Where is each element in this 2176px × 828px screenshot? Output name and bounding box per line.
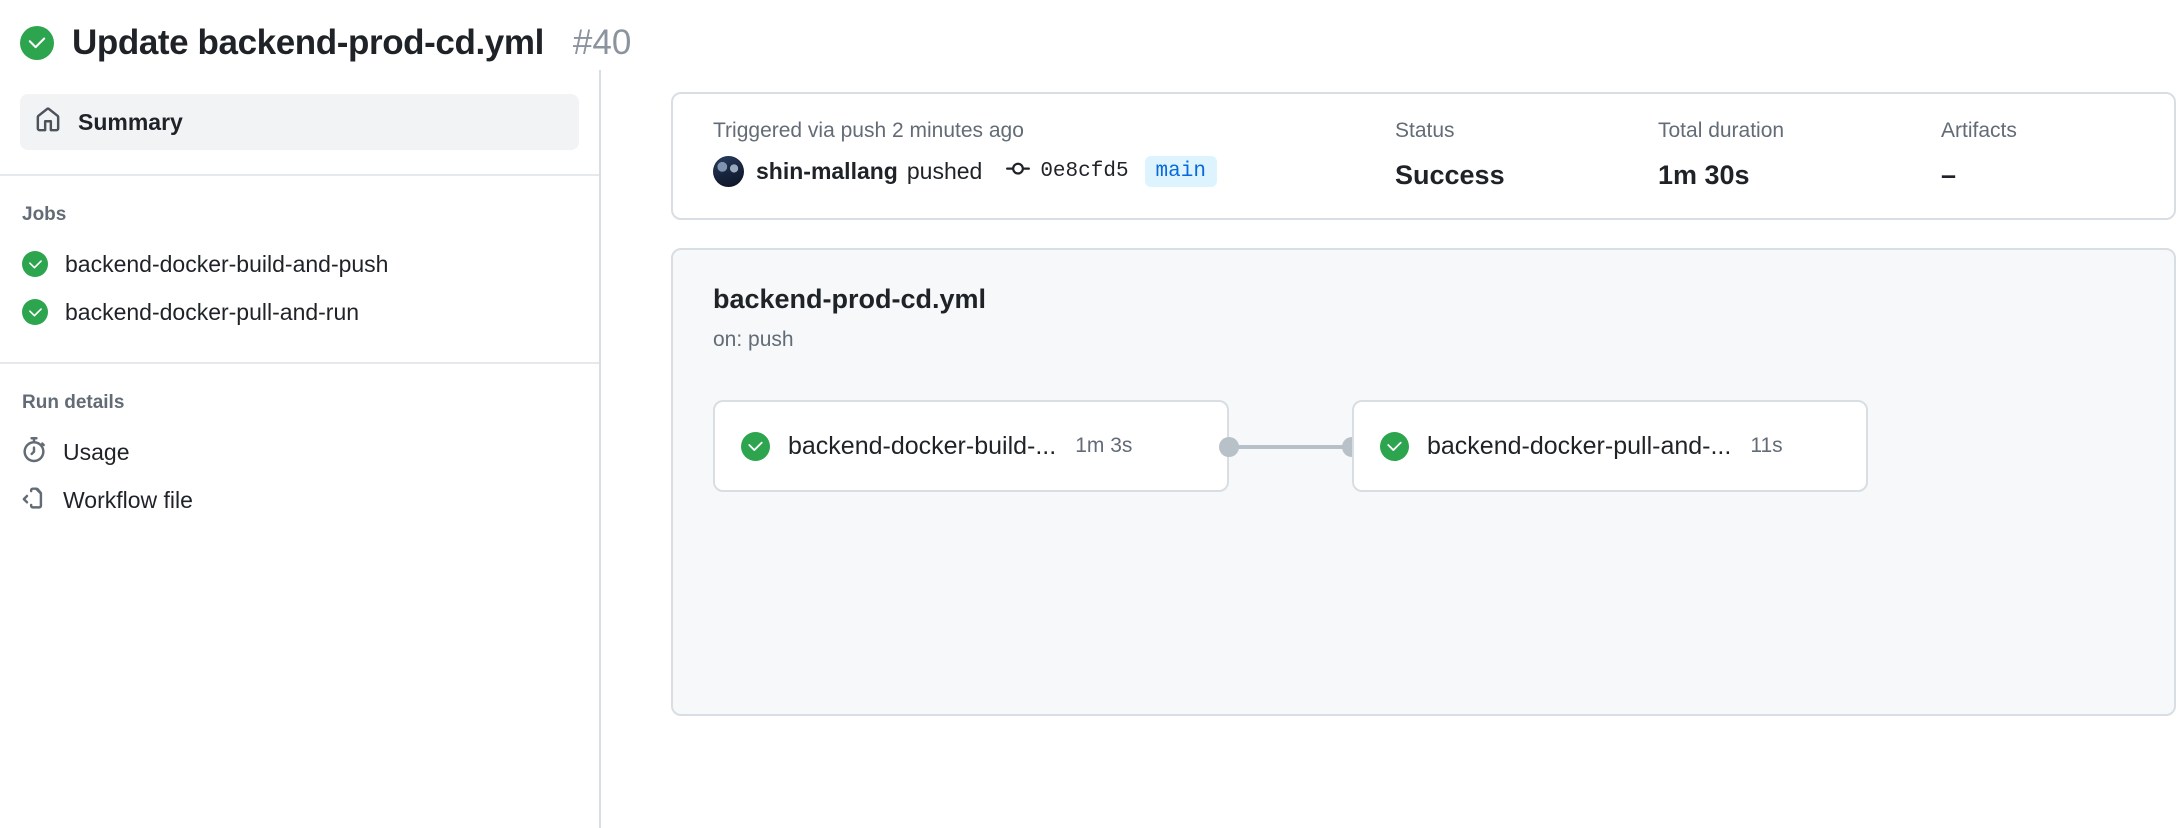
home-icon	[35, 106, 61, 138]
check-circle-fill-icon	[22, 251, 48, 277]
stopwatch-icon	[21, 436, 47, 468]
page-title: Update backend-prod-cd.yml	[72, 23, 544, 62]
artifacts-value: –	[1941, 160, 1957, 190]
git-commit-icon	[1006, 157, 1031, 186]
sidebar-jobs-list: backend-docker-build-and-push backend-do…	[0, 226, 599, 336]
sidebar-job-label: backend-docker-build-and-push	[65, 250, 389, 277]
duration-label: Total duration	[1658, 119, 1785, 142]
actor-name[interactable]: shin-mallang	[756, 158, 898, 185]
page-body: Summary Jobs backend-docker-build-and-pu…	[0, 70, 2176, 828]
graph-edge-dot-output	[1219, 437, 1239, 457]
main-content: Triggered via push 2 minutes ago shin-ma…	[601, 70, 2176, 828]
sidebar-item-job-pull-and-run[interactable]: backend-docker-pull-and-run	[0, 288, 599, 336]
avatar[interactable]	[713, 156, 744, 187]
branch-badge[interactable]: main	[1144, 156, 1217, 187]
workflow-name: backend-prod-cd.yml	[713, 284, 987, 314]
commit-sha[interactable]: 0e8cfd5	[1040, 160, 1128, 183]
run-number: #40	[572, 23, 632, 62]
workflow-graph: backend-docker-build-... 1m 3s backend-d…	[713, 400, 2134, 520]
duration-value: 1m 30s	[1658, 160, 1750, 190]
check-circle-fill-icon	[1380, 431, 1409, 461]
artifacts-label: Artifacts	[1941, 119, 2017, 142]
graph-node-run[interactable]: backend-docker-pull-and-... 11s	[1352, 400, 1868, 492]
sidebar-item-summary[interactable]: Summary	[20, 94, 579, 150]
graph-node-duration: 1m 3s	[1075, 434, 1133, 457]
status-label: Status	[1395, 119, 1455, 142]
sidebar-jobs-heading: Jobs	[22, 204, 67, 225]
page-header: Update backend-prod-cd.yml #40	[0, 0, 2176, 70]
status-value: Success	[1395, 160, 1505, 190]
sidebar-run-details-heading: Run details	[22, 392, 125, 413]
sidebar: Summary Jobs backend-docker-build-and-pu…	[0, 70, 601, 828]
sidebar-job-label: backend-docker-pull-and-run	[65, 298, 360, 325]
workflow-file-icon	[21, 485, 47, 516]
sidebar-usage-label: Usage	[63, 438, 130, 465]
graph-node-duration: 11s	[1750, 434, 1783, 457]
actor-action: pushed	[906, 158, 983, 184]
trigger-label: Triggered via push 2 minutes ago	[713, 119, 1024, 142]
duration-column: Total duration 1m 30s	[1658, 120, 1941, 189]
trigger-detail-line: shin-mallang pushed 0e8cfd5 main	[713, 156, 1395, 187]
graph-node-build[interactable]: backend-docker-build-... 1m 3s	[713, 400, 1229, 492]
run-summary-card: Triggered via push 2 minutes ago shin-ma…	[671, 92, 2176, 220]
workflow-graph-card: backend-prod-cd.yml on: push backend-doc…	[671, 248, 2176, 716]
sidebar-item-summary-label: Summary	[78, 108, 183, 135]
sidebar-item-workflow-file[interactable]: Workflow file	[0, 476, 599, 524]
sidebar-workflow-file-label: Workflow file	[63, 486, 193, 513]
sidebar-run-details-list: Usage Workflow file	[0, 414, 599, 524]
graph-node-label: backend-docker-build-...	[788, 431, 1057, 460]
workflow-trigger: on: push	[713, 328, 794, 351]
check-circle-fill-icon	[741, 431, 770, 461]
graph-node-label: backend-docker-pull-and-...	[1427, 431, 1732, 460]
trigger-column: Triggered via push 2 minutes ago shin-ma…	[713, 120, 1395, 187]
status-column: Status Success	[1395, 120, 1658, 189]
graph-edge	[1229, 445, 1352, 449]
artifacts-column: Artifacts –	[1941, 120, 2017, 189]
check-circle-fill-icon	[22, 299, 48, 325]
sidebar-item-job-build-and-push[interactable]: backend-docker-build-and-push	[0, 240, 599, 288]
sidebar-item-usage[interactable]: Usage	[0, 428, 599, 476]
check-circle-fill-icon	[20, 26, 54, 60]
